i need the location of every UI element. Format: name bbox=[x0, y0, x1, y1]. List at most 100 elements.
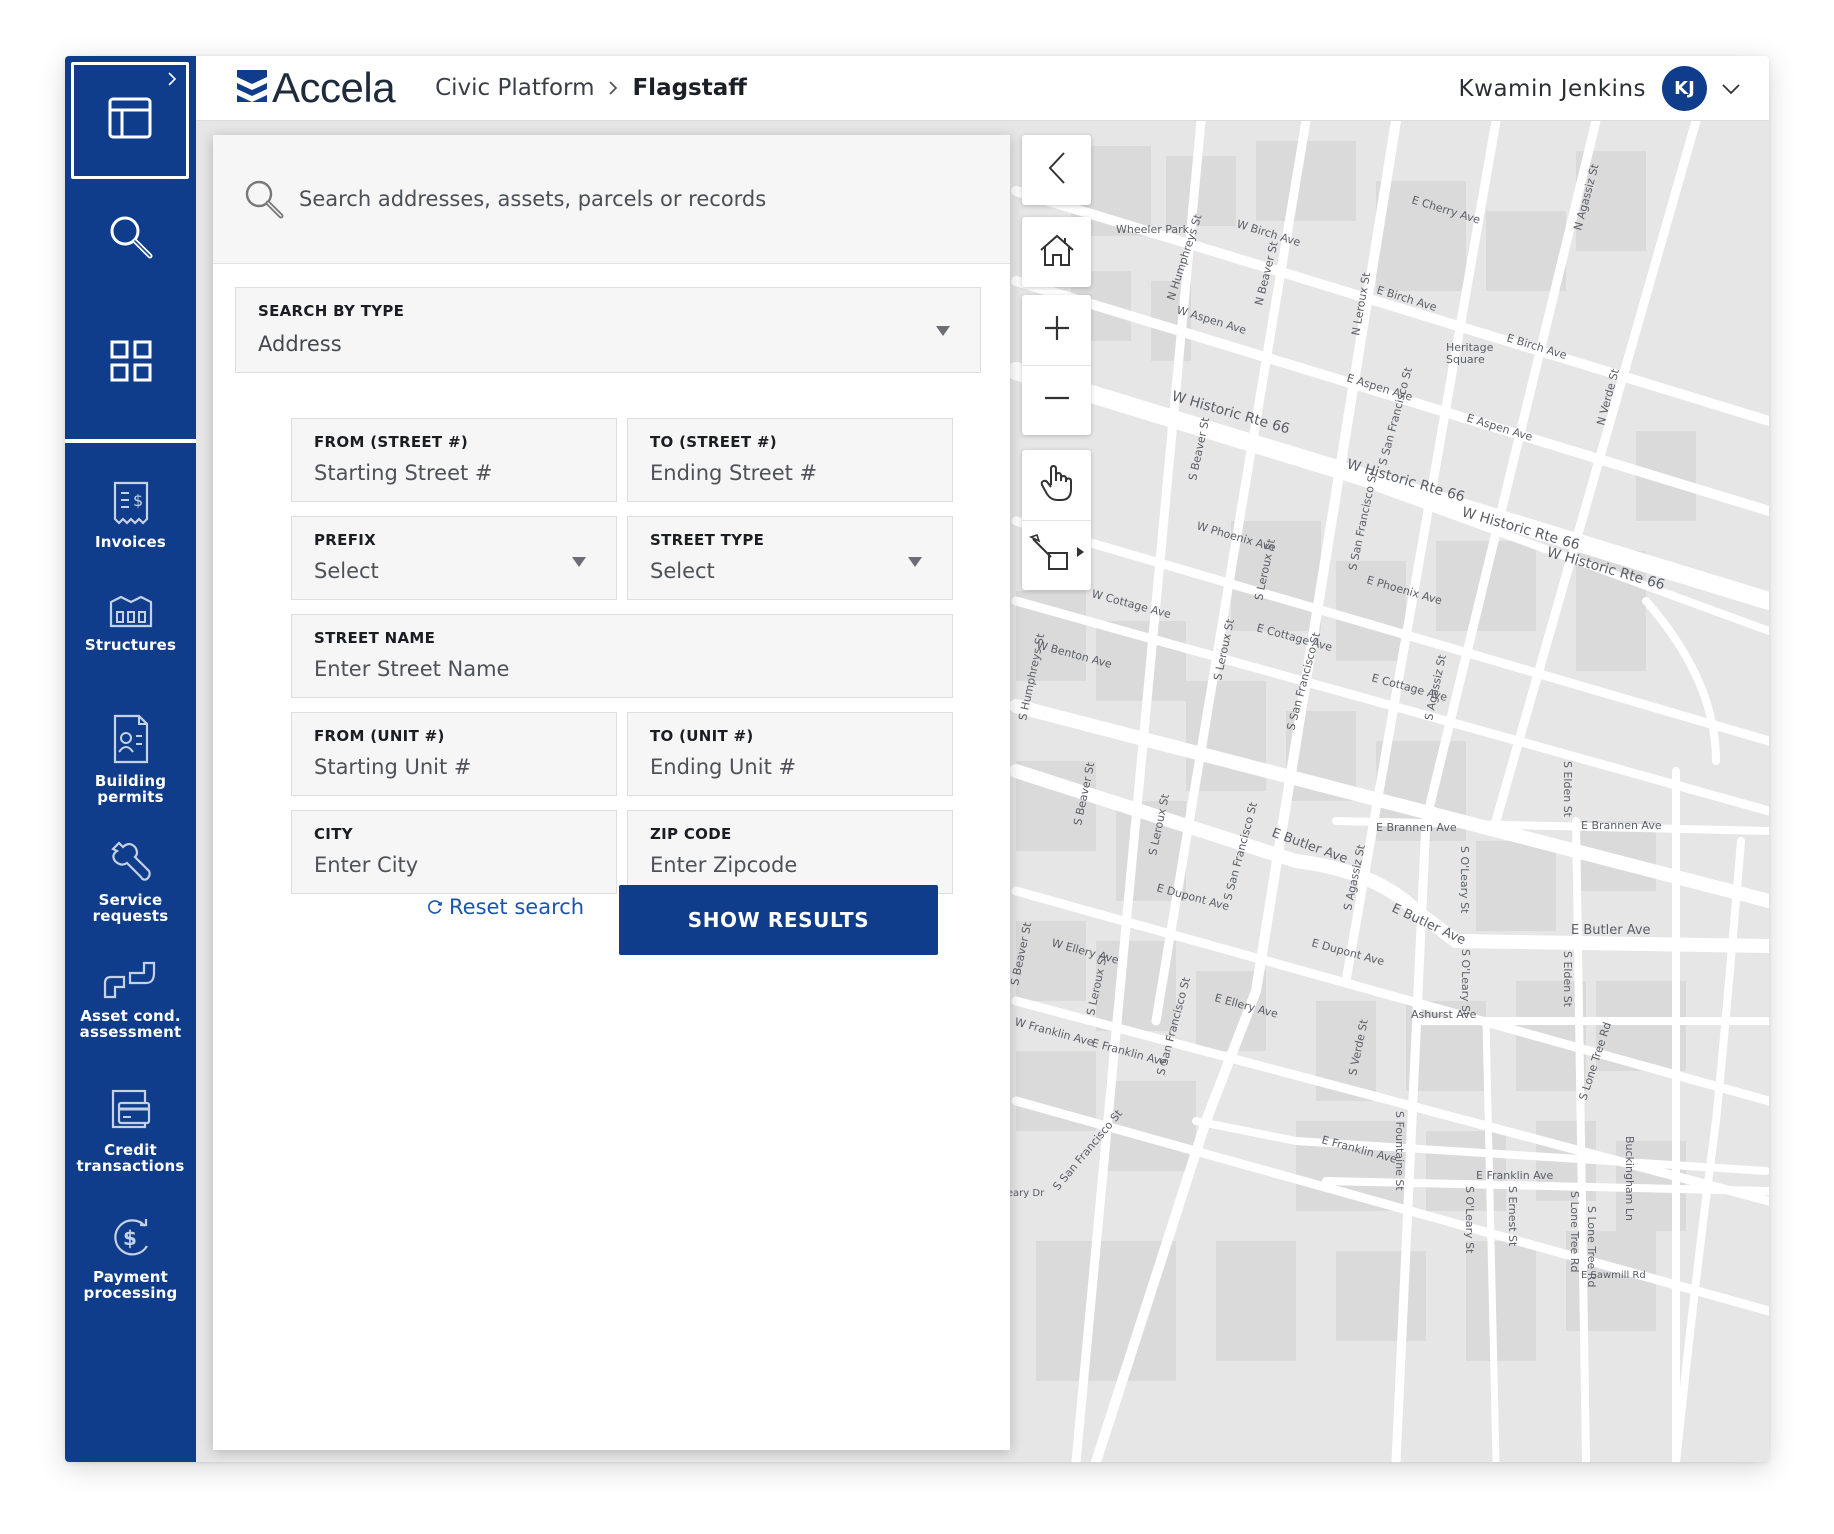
sidebar-search-button[interactable] bbox=[65, 194, 196, 284]
to-unit-field[interactable]: TO (UNIT #) bbox=[627, 712, 953, 796]
breadcrumb-root[interactable]: Civic Platform bbox=[435, 75, 594, 101]
field-label: STREET TYPE bbox=[650, 531, 765, 549]
map-label: S O'Leary St bbox=[1463, 1186, 1476, 1254]
building-permit-icon bbox=[111, 714, 151, 769]
sidebar-item-label: Building permits bbox=[94, 772, 167, 806]
map-label: E Butler Ave bbox=[1389, 901, 1467, 948]
search-input[interactable] bbox=[299, 187, 959, 211]
sidebar-item-label: Invoices bbox=[94, 533, 167, 551]
sidebar-item-asset-assessment[interactable]: Asset cond. assessment bbox=[65, 961, 196, 1040]
field-label: TO (UNIT #) bbox=[650, 727, 754, 745]
search-type-value: Address bbox=[258, 332, 342, 356]
map-label: S Elden St bbox=[1561, 951, 1574, 1008]
caret-down-icon bbox=[908, 557, 922, 567]
from-unit-field[interactable]: FROM (UNIT #) bbox=[291, 712, 617, 796]
search-panel: SEARCH BY TYPE Address FROM (STREET #) T… bbox=[213, 135, 1010, 1450]
reset-search-label: Reset search bbox=[449, 895, 585, 919]
street-name-input[interactable] bbox=[314, 657, 842, 681]
structures-icon bbox=[108, 594, 154, 633]
layout-toggle-button[interactable] bbox=[71, 62, 189, 179]
invoice-icon: $ bbox=[111, 481, 151, 530]
avatar[interactable]: KJ bbox=[1662, 66, 1707, 111]
zoom-in-icon bbox=[1043, 314, 1071, 347]
sidebar-divider bbox=[65, 439, 196, 443]
grid-icon bbox=[110, 340, 152, 387]
user-name: Kwamin Jenkins bbox=[1458, 75, 1646, 102]
sidebar-item-building-permits[interactable]: Building permits bbox=[65, 714, 196, 805]
caret-down-icon bbox=[936, 326, 950, 336]
from-street-field[interactable]: FROM (STREET #) bbox=[291, 418, 617, 502]
show-results-button[interactable]: SHOW RESULTS bbox=[619, 885, 938, 955]
chevron-right-icon bbox=[608, 80, 618, 96]
sidebar-item-service-requests[interactable]: Service requests bbox=[65, 839, 196, 924]
street-type-select[interactable]: STREET TYPE Select bbox=[627, 516, 953, 600]
from-unit-input[interactable] bbox=[314, 755, 574, 779]
map-label: Buckingham Ln bbox=[1623, 1136, 1636, 1221]
zip-code-field[interactable]: ZIP CODE bbox=[627, 810, 953, 894]
street-type-value: Select bbox=[650, 559, 715, 583]
field-label: STREET NAME bbox=[314, 629, 436, 647]
sidebar-item-label: Asset cond. assessment bbox=[79, 1007, 182, 1041]
credit-card-icon bbox=[109, 1089, 153, 1138]
map-label: S Fountaine St bbox=[1393, 1111, 1406, 1191]
collapse-panel-button[interactable] bbox=[1022, 135, 1091, 205]
pan-tool-button[interactable] bbox=[1022, 450, 1091, 520]
map-label: E Brannen Ave bbox=[1581, 819, 1662, 832]
pan-hand-icon bbox=[1039, 463, 1075, 508]
zoom-control bbox=[1022, 295, 1091, 435]
zoom-in-button[interactable] bbox=[1022, 295, 1091, 365]
sidebar-item-credit-transactions[interactable]: Credit transactions bbox=[65, 1089, 196, 1174]
caret-down-icon bbox=[572, 557, 586, 567]
draw-shape-icon bbox=[1028, 533, 1085, 578]
sidebar-apps-button[interactable] bbox=[65, 318, 196, 408]
map-label: E Franklin Ave bbox=[1476, 1169, 1554, 1182]
draw-tool-button[interactable] bbox=[1022, 520, 1091, 590]
zoom-out-icon bbox=[1043, 384, 1071, 417]
map-label: E Butler Ave bbox=[1571, 923, 1651, 938]
chevron-down-icon[interactable] bbox=[1721, 83, 1741, 95]
svg-text:$: $ bbox=[133, 491, 143, 510]
map-label: S O'Leary St bbox=[1458, 846, 1471, 914]
accela-logo[interactable]: Accela bbox=[236, 56, 396, 121]
map-label: S San Francisco St bbox=[1346, 470, 1380, 572]
sidebar-item-payment-processing[interactable]: $ Payment processing bbox=[65, 1216, 196, 1301]
svg-text:$: $ bbox=[123, 1226, 137, 1250]
breadcrumb-current: Flagstaff bbox=[632, 75, 747, 101]
city-input[interactable] bbox=[314, 853, 574, 877]
home-button[interactable] bbox=[1022, 217, 1091, 287]
search-icon bbox=[243, 178, 285, 220]
chevron-right-icon[interactable] bbox=[165, 72, 179, 86]
reset-search-link[interactable]: Reset search bbox=[427, 895, 584, 919]
sidebar-item-invoices[interactable]: $ Invoices bbox=[65, 481, 196, 550]
user-menu[interactable]: Kwamin Jenkins KJ bbox=[1459, 56, 1741, 121]
sidebar-item-label: Credit transactions bbox=[76, 1141, 185, 1175]
map-label: Wheeler Park bbox=[1116, 223, 1190, 236]
zoom-out-button[interactable] bbox=[1022, 365, 1091, 435]
field-label: FROM (STREET #) bbox=[314, 433, 469, 451]
zip-code-input[interactable] bbox=[650, 853, 910, 877]
search-type-select[interactable]: SEARCH BY TYPE Address bbox=[235, 287, 981, 373]
app-window: $ Invoices Structures Building permits S… bbox=[65, 56, 1769, 1462]
home-control bbox=[1022, 217, 1091, 287]
field-label: FROM (UNIT #) bbox=[314, 727, 445, 745]
pipe-icon bbox=[102, 961, 160, 1004]
to-street-input[interactable] bbox=[650, 461, 910, 485]
street-name-field[interactable]: STREET NAME bbox=[291, 614, 953, 698]
prefix-value: Select bbox=[314, 559, 379, 583]
prefix-select[interactable]: PREFIX Select bbox=[291, 516, 617, 600]
map-label: S Lone Tree Rd bbox=[1568, 1191, 1581, 1272]
to-street-field[interactable]: TO (STREET #) bbox=[627, 418, 953, 502]
sidebar-item-structures[interactable]: Structures bbox=[65, 594, 196, 653]
city-field[interactable]: CITY bbox=[291, 810, 617, 894]
accela-logo-icon bbox=[236, 69, 268, 108]
from-street-input[interactable] bbox=[314, 461, 574, 485]
dollar-cycle-icon: $ bbox=[109, 1216, 153, 1265]
layout-icon bbox=[108, 97, 152, 144]
home-icon bbox=[1039, 233, 1075, 272]
logo-text: Accela bbox=[272, 64, 396, 111]
map-label: Heritage Square bbox=[1446, 341, 1494, 366]
map-label: E Brannen Ave bbox=[1376, 821, 1457, 834]
to-unit-input[interactable] bbox=[650, 755, 910, 779]
top-header: Accela Civic Platform Flagstaff Kwamin J… bbox=[196, 56, 1769, 121]
field-label: ZIP CODE bbox=[650, 825, 732, 843]
